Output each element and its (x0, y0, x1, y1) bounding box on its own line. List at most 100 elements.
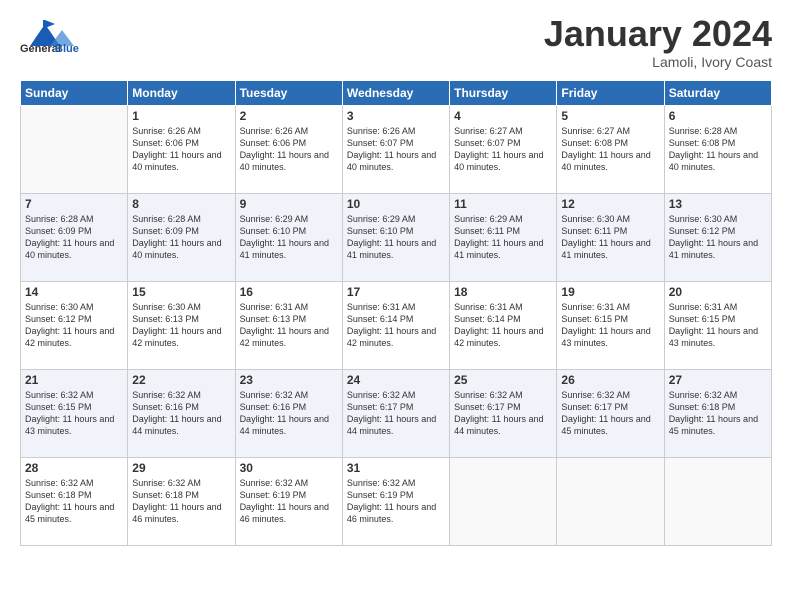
day-of-week-header: Wednesday (342, 81, 449, 106)
calendar-cell (664, 458, 771, 546)
day-info: Sunrise: 6:26 AMSunset: 6:06 PMDaylight:… (240, 125, 338, 174)
day-number: 8 (132, 197, 230, 211)
day-number: 22 (132, 373, 230, 387)
day-of-week-header: Tuesday (235, 81, 342, 106)
day-number: 5 (561, 109, 659, 123)
day-number: 12 (561, 197, 659, 211)
day-number: 3 (347, 109, 445, 123)
calendar-cell: 20 Sunrise: 6:31 AMSunset: 6:15 PMDayligh… (664, 282, 771, 370)
day-number: 11 (454, 197, 552, 211)
calendar-cell: 3 Sunrise: 6:26 AMSunset: 6:07 PMDaylight… (342, 106, 449, 194)
logo-svg: General Blue (20, 16, 100, 54)
day-number: 26 (561, 373, 659, 387)
day-info: Sunrise: 6:27 AMSunset: 6:07 PMDaylight:… (454, 125, 552, 174)
day-number: 13 (669, 197, 767, 211)
calendar-cell: 14 Sunrise: 6:30 AMSunset: 6:12 PMDayligh… (21, 282, 128, 370)
day-info: Sunrise: 6:32 AMSunset: 6:17 PMDaylight:… (454, 389, 552, 438)
calendar-cell: 16 Sunrise: 6:31 AMSunset: 6:13 PMDayligh… (235, 282, 342, 370)
calendar-cell (450, 458, 557, 546)
calendar-cell: 17Sunrise: 6:31 AMSunset: 6:14 PMDayligh… (342, 282, 449, 370)
day-number: 19 (561, 285, 659, 299)
day-info: Sunrise: 6:28 AMSunset: 6:09 PMDaylight:… (25, 213, 123, 262)
calendar-cell: 29Sunrise: 6:32 AMSunset: 6:18 PMDayligh… (128, 458, 235, 546)
day-number: 4 (454, 109, 552, 123)
calendar-cell (21, 106, 128, 194)
day-info: Sunrise: 6:31 AMSunset: 6:15 PMDaylight:… (669, 301, 767, 350)
day-number: 31 (347, 461, 445, 475)
day-info: Sunrise: 6:32 AMSunset: 6:17 PMDaylight:… (561, 389, 659, 438)
calendar-cell: 12 Sunrise: 6:30 AMSunset: 6:11 PMDayligh… (557, 194, 664, 282)
day-of-week-header: Monday (128, 81, 235, 106)
calendar-cell: 23 Sunrise: 6:32 AMSunset: 6:16 PMDayligh… (235, 370, 342, 458)
calendar-cell: 11 Sunrise: 6:29 AMSunset: 6:11 PMDayligh… (450, 194, 557, 282)
day-number: 2 (240, 109, 338, 123)
day-info: Sunrise: 6:31 AMSunset: 6:15 PMDaylight:… (561, 301, 659, 350)
calendar-cell: 18Sunrise: 6:31 AMSunset: 6:14 PMDayligh… (450, 282, 557, 370)
day-info: Sunrise: 6:28 AMSunset: 6:09 PMDaylight:… (132, 213, 230, 262)
calendar-cell: 25 Sunrise: 6:32 AMSunset: 6:17 PMDayligh… (450, 370, 557, 458)
day-info: Sunrise: 6:32 AMSunset: 6:16 PMDaylight:… (132, 389, 230, 438)
day-info: Sunrise: 6:31 AMSunset: 6:13 PMDaylight:… (240, 301, 338, 350)
calendar-cell: 15 Sunrise: 6:30 AMSunset: 6:13 PMDayligh… (128, 282, 235, 370)
day-number: 16 (240, 285, 338, 299)
calendar-cell: 22 Sunrise: 6:32 AMSunset: 6:16 PMDayligh… (128, 370, 235, 458)
day-number: 14 (25, 285, 123, 299)
calendar-cell: 6 Sunrise: 6:28 AMSunset: 6:08 PMDaylight… (664, 106, 771, 194)
calendar-table: SundayMondayTuesdayWednesdayThursdayFrid… (20, 80, 772, 546)
calendar-cell: 4 Sunrise: 6:27 AMSunset: 6:07 PMDaylight… (450, 106, 557, 194)
day-number: 20 (669, 285, 767, 299)
day-number: 15 (132, 285, 230, 299)
day-info: Sunrise: 6:32 AMSunset: 6:16 PMDaylight:… (240, 389, 338, 438)
calendar-cell: 30 Sunrise: 6:32 AMSunset: 6:19 PMDayligh… (235, 458, 342, 546)
calendar-cell: 1Sunrise: 6:26 AMSunset: 6:06 PMDaylight… (128, 106, 235, 194)
calendar-cell: 2 Sunrise: 6:26 AMSunset: 6:06 PMDaylight… (235, 106, 342, 194)
calendar-cell: 9Sunrise: 6:29 AMSunset: 6:10 PMDaylight… (235, 194, 342, 282)
calendar-cell (557, 458, 664, 546)
day-info: Sunrise: 6:28 AMSunset: 6:08 PMDaylight:… (669, 125, 767, 174)
calendar-cell: 24Sunrise: 6:32 AMSunset: 6:17 PMDayligh… (342, 370, 449, 458)
header: General Blue January 2024 Lamoli, Ivory … (20, 16, 772, 70)
calendar-cell: 10Sunrise: 6:29 AMSunset: 6:10 PMDayligh… (342, 194, 449, 282)
day-number: 25 (454, 373, 552, 387)
calendar-cell: 21Sunrise: 6:32 AMSunset: 6:15 PMDayligh… (21, 370, 128, 458)
calendar-header-row: SundayMondayTuesdayWednesdayThursdayFrid… (21, 81, 772, 106)
day-number: 28 (25, 461, 123, 475)
day-info: Sunrise: 6:30 AMSunset: 6:13 PMDaylight:… (132, 301, 230, 350)
day-info: Sunrise: 6:32 AMSunset: 6:19 PMDaylight:… (240, 477, 338, 526)
location: Lamoli, Ivory Coast (544, 54, 772, 70)
calendar-week-row: 7 Sunrise: 6:28 AMSunset: 6:09 PMDaylight… (21, 194, 772, 282)
svg-text:Blue: Blue (55, 43, 79, 54)
month-title: January 2024 (544, 16, 772, 52)
day-info: Sunrise: 6:29 AMSunset: 6:11 PMDaylight:… (454, 213, 552, 262)
calendar-cell: 13 Sunrise: 6:30 AMSunset: 6:12 PMDayligh… (664, 194, 771, 282)
day-info: Sunrise: 6:29 AMSunset: 6:10 PMDaylight:… (240, 213, 338, 262)
day-number: 17 (347, 285, 445, 299)
day-info: Sunrise: 6:26 AMSunset: 6:07 PMDaylight:… (347, 125, 445, 174)
day-of-week-header: Thursday (450, 81, 557, 106)
day-info: Sunrise: 6:30 AMSunset: 6:11 PMDaylight:… (561, 213, 659, 262)
title-block: January 2024 Lamoli, Ivory Coast (544, 16, 772, 70)
day-number: 23 (240, 373, 338, 387)
day-of-week-header: Sunday (21, 81, 128, 106)
day-number: 18 (454, 285, 552, 299)
day-info: Sunrise: 6:32 AMSunset: 6:19 PMDaylight:… (347, 477, 445, 526)
day-info: Sunrise: 6:30 AMSunset: 6:12 PMDaylight:… (25, 301, 123, 350)
calendar-cell: 8 Sunrise: 6:28 AMSunset: 6:09 PMDaylight… (128, 194, 235, 282)
day-number: 6 (669, 109, 767, 123)
day-of-week-header: Saturday (664, 81, 771, 106)
day-info: Sunrise: 6:26 AMSunset: 6:06 PMDaylight:… (132, 125, 230, 174)
calendar-week-row: 14 Sunrise: 6:30 AMSunset: 6:12 PMDayligh… (21, 282, 772, 370)
day-info: Sunrise: 6:30 AMSunset: 6:12 PMDaylight:… (669, 213, 767, 262)
calendar-week-row: 28 Sunrise: 6:32 AMSunset: 6:18 PMDayligh… (21, 458, 772, 546)
day-info: Sunrise: 6:32 AMSunset: 6:15 PMDaylight:… (25, 389, 123, 438)
day-number: 24 (347, 373, 445, 387)
page: General Blue January 2024 Lamoli, Ivory … (0, 0, 792, 612)
calendar-cell: 7 Sunrise: 6:28 AMSunset: 6:09 PMDaylight… (21, 194, 128, 282)
calendar-cell: 28Sunrise: 6:32 AMSunset: 6:18 PMDayligh… (21, 458, 128, 546)
calendar-cell: 27Sunrise: 6:32 AMSunset: 6:18 PMDayligh… (664, 370, 771, 458)
calendar-week-row: 21Sunrise: 6:32 AMSunset: 6:15 PMDayligh… (21, 370, 772, 458)
day-number: 30 (240, 461, 338, 475)
day-info: Sunrise: 6:32 AMSunset: 6:18 PMDaylight:… (132, 477, 230, 526)
day-info: Sunrise: 6:27 AMSunset: 6:08 PMDaylight:… (561, 125, 659, 174)
day-number: 7 (25, 197, 123, 211)
